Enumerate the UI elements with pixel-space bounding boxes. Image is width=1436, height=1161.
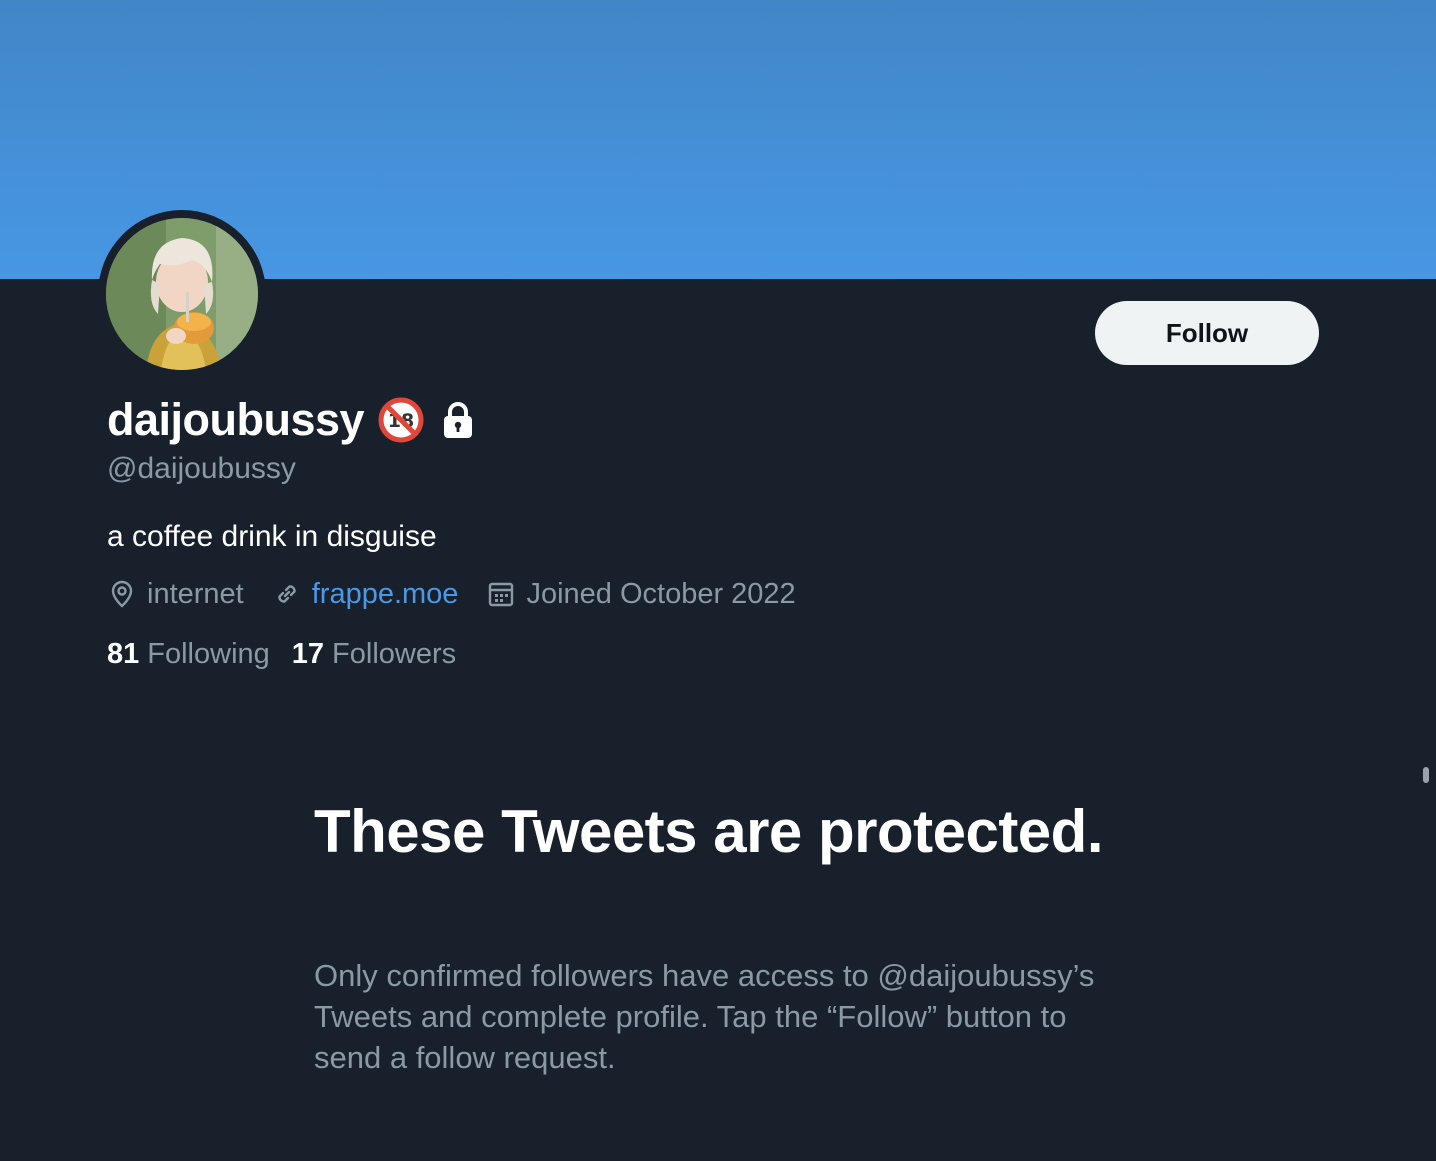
protected-title: These Tweets are protected. [314, 798, 1104, 865]
followers-label: Followers [332, 637, 457, 670]
name-row: daijoubussy 18 [107, 392, 474, 448]
lock-icon [442, 401, 474, 439]
avatar[interactable] [98, 210, 266, 378]
link-icon [278, 585, 296, 603]
location: internet [107, 578, 244, 611]
protected-body: Only confirmed followers have access to … [314, 958, 1095, 1075]
following-label: Following [147, 637, 270, 670]
join-date: Joined October 2022 [486, 577, 796, 611]
followers-count: 17 [291, 637, 325, 670]
website[interactable]: frappe.moe [272, 578, 459, 611]
avatar-image [106, 218, 258, 370]
follow-button[interactable]: Follow [1095, 301, 1319, 365]
location-pin-icon [111, 580, 133, 608]
user-handle: @daijoubussy [107, 452, 296, 485]
profile-meta: internet frappe.moe Joined October 2022 [107, 574, 824, 614]
scrollbar[interactable] [1423, 767, 1429, 783]
no-under-18-icon: 18 [378, 397, 424, 443]
following-link[interactable]: 81 Following [107, 638, 270, 671]
location-label: internet [147, 577, 244, 610]
join-date-label: Joined October 2022 [526, 577, 796, 610]
profile-page: Follow daijoubussy 18 @daijoubussy a cof… [0, 0, 1436, 1161]
following-count: 81 [107, 637, 140, 670]
followers-link[interactable]: 17 Followers [292, 638, 456, 671]
calendar-icon [489, 582, 514, 607]
display-name: daijoubussy [107, 394, 365, 445]
bio-text: a coffee drink in disguise [107, 520, 437, 553]
website-link[interactable]: frappe.moe [312, 578, 459, 611]
follow-counts: 81 Following 17 Followers [107, 634, 478, 674]
